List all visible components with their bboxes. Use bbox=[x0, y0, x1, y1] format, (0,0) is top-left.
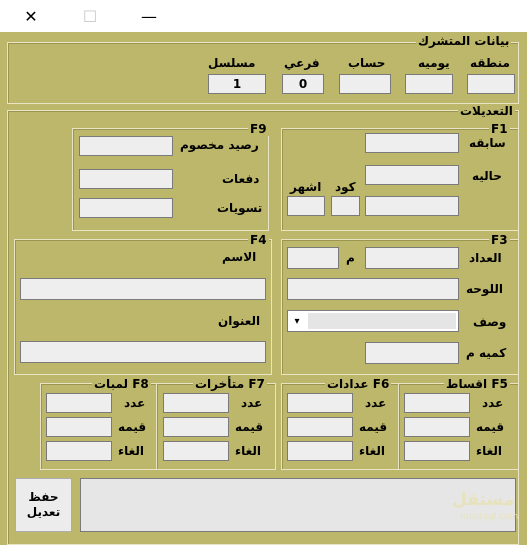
f6-count-label: عدد bbox=[365, 396, 387, 410]
f4-group-title: F4 bbox=[248, 233, 269, 247]
f1-extra-field[interactable] bbox=[365, 196, 459, 216]
f6-heading: عدادات bbox=[327, 377, 369, 391]
account-label: حساب bbox=[348, 56, 386, 70]
f6-count-field[interactable] bbox=[287, 393, 353, 413]
f8-key: F8 bbox=[132, 377, 149, 391]
watermark-url: mostaql.com bbox=[460, 512, 519, 522]
form-body: بيانات المتشرك مسلسل 1 فرعي 0 حساب يوميه… bbox=[0, 32, 527, 545]
chevron-down-icon[interactable]: ▾ bbox=[288, 311, 306, 331]
f5-cancel-field[interactable] bbox=[404, 441, 470, 461]
branch-label: فرعي bbox=[284, 56, 320, 70]
f8-value-label: قيمه bbox=[118, 420, 147, 434]
plate-field[interactable] bbox=[287, 278, 459, 300]
f7-key: F7 bbox=[248, 377, 265, 391]
title-bar: ✕ ☐ — bbox=[0, 0, 527, 32]
f8-value-field[interactable] bbox=[46, 417, 112, 437]
settlements-field[interactable] bbox=[79, 198, 173, 218]
save-edit-line2: تعديل bbox=[26, 505, 61, 519]
f9-group-title: F9 bbox=[248, 122, 269, 136]
description-dropdown[interactable]: ▾ bbox=[287, 310, 459, 332]
quantity-field[interactable] bbox=[365, 342, 459, 364]
maximize-icon[interactable]: ☐ bbox=[61, 0, 119, 32]
name-label: الاسم bbox=[222, 250, 257, 264]
f8-group-title: لمبات F8 bbox=[92, 377, 151, 391]
f7-value-label: قيمه bbox=[235, 420, 264, 434]
f6-value-field[interactable] bbox=[287, 417, 353, 437]
f7-cancel-label: الغاء bbox=[235, 444, 262, 458]
f3-group-title: F3 bbox=[489, 233, 510, 247]
serial-label: مسلسل bbox=[208, 56, 256, 70]
f1-group-title: F1 bbox=[489, 122, 510, 136]
region-field[interactable] bbox=[467, 74, 515, 94]
f8-count-field[interactable] bbox=[46, 393, 112, 413]
f7-heading: متأخرات bbox=[195, 377, 245, 391]
f7-count-label: عدد bbox=[241, 396, 263, 410]
f7-value-field[interactable] bbox=[163, 417, 229, 437]
payments-field[interactable] bbox=[79, 169, 173, 189]
f5-heading: اقساط bbox=[446, 377, 488, 391]
f5-cancel-label: الغاء bbox=[476, 444, 503, 458]
f7-cancel-field[interactable] bbox=[163, 441, 229, 461]
payments-label: دفعات bbox=[222, 172, 260, 186]
minimize-icon[interactable]: — bbox=[120, 0, 178, 32]
months-label: اشهر bbox=[290, 180, 322, 194]
f5-key: F5 bbox=[491, 377, 508, 391]
months-field[interactable] bbox=[287, 196, 325, 216]
reserved-balance-label: رصيد مخصوم bbox=[180, 138, 259, 152]
f8-count-label: عدد bbox=[124, 396, 146, 410]
previous-field[interactable] bbox=[365, 133, 459, 153]
f8-cancel-field[interactable] bbox=[46, 441, 112, 461]
save-edit-button[interactable]: حفظ تعديل bbox=[15, 478, 72, 532]
f7-group-title: متأخرات F7 bbox=[193, 377, 267, 391]
watermark-logo: مستقل bbox=[452, 490, 515, 510]
meter-label: العداد bbox=[469, 251, 502, 265]
account-field[interactable] bbox=[339, 74, 391, 94]
name-field[interactable] bbox=[20, 278, 266, 300]
address-label: العنوان bbox=[218, 314, 261, 328]
f6-value-label: قيمه bbox=[359, 420, 388, 434]
description-label: وصف bbox=[473, 315, 507, 329]
f5-count-label: عدد bbox=[482, 396, 504, 410]
f5-value-field[interactable] bbox=[404, 417, 470, 437]
f5-count-field[interactable] bbox=[404, 393, 470, 413]
f6-key: F6 bbox=[372, 377, 390, 391]
code-field[interactable] bbox=[331, 196, 360, 216]
edits-group-title: التعديلات bbox=[458, 104, 515, 118]
meter-field[interactable] bbox=[365, 247, 459, 269]
quantity-label: كميه م bbox=[466, 346, 507, 360]
f7-count-field[interactable] bbox=[163, 393, 229, 413]
current-label: حاليه bbox=[472, 169, 502, 183]
description-dropdown-value bbox=[308, 313, 456, 329]
code-label: كود bbox=[335, 180, 356, 194]
f8-cancel-label: الغاء bbox=[118, 444, 145, 458]
daily-field[interactable] bbox=[405, 74, 453, 94]
plate-label: اللوحه bbox=[466, 282, 503, 296]
previous-label: سابقه bbox=[469, 136, 506, 150]
daily-label: يوميه bbox=[418, 56, 450, 70]
m-label: م bbox=[346, 251, 355, 265]
subscriber-group bbox=[7, 42, 519, 104]
settlements-label: تسويات bbox=[217, 201, 263, 215]
status-panel bbox=[80, 478, 516, 532]
f6-cancel-field[interactable] bbox=[287, 441, 353, 461]
save-edit-line1: حفظ bbox=[28, 490, 59, 504]
branch-field[interactable]: 0 bbox=[282, 74, 324, 94]
f8-heading: لمبات bbox=[94, 377, 129, 391]
f6-cancel-label: الغاء bbox=[359, 444, 386, 458]
current-field[interactable] bbox=[365, 165, 459, 185]
serial-field[interactable]: 1 bbox=[208, 74, 266, 94]
close-icon[interactable]: ✕ bbox=[2, 0, 60, 32]
f5-group-title: اقساط F5 bbox=[444, 377, 510, 391]
f6-group-title: عدادات F6 bbox=[325, 377, 392, 391]
reserved-balance-field[interactable] bbox=[79, 136, 173, 156]
meter-m-field[interactable] bbox=[287, 247, 339, 269]
f5-value-label: قيمه bbox=[476, 420, 505, 434]
subscriber-group-title: بيانات المتشرك bbox=[416, 34, 512, 48]
address-field[interactable] bbox=[20, 341, 266, 363]
region-label: منطقه bbox=[470, 56, 510, 70]
